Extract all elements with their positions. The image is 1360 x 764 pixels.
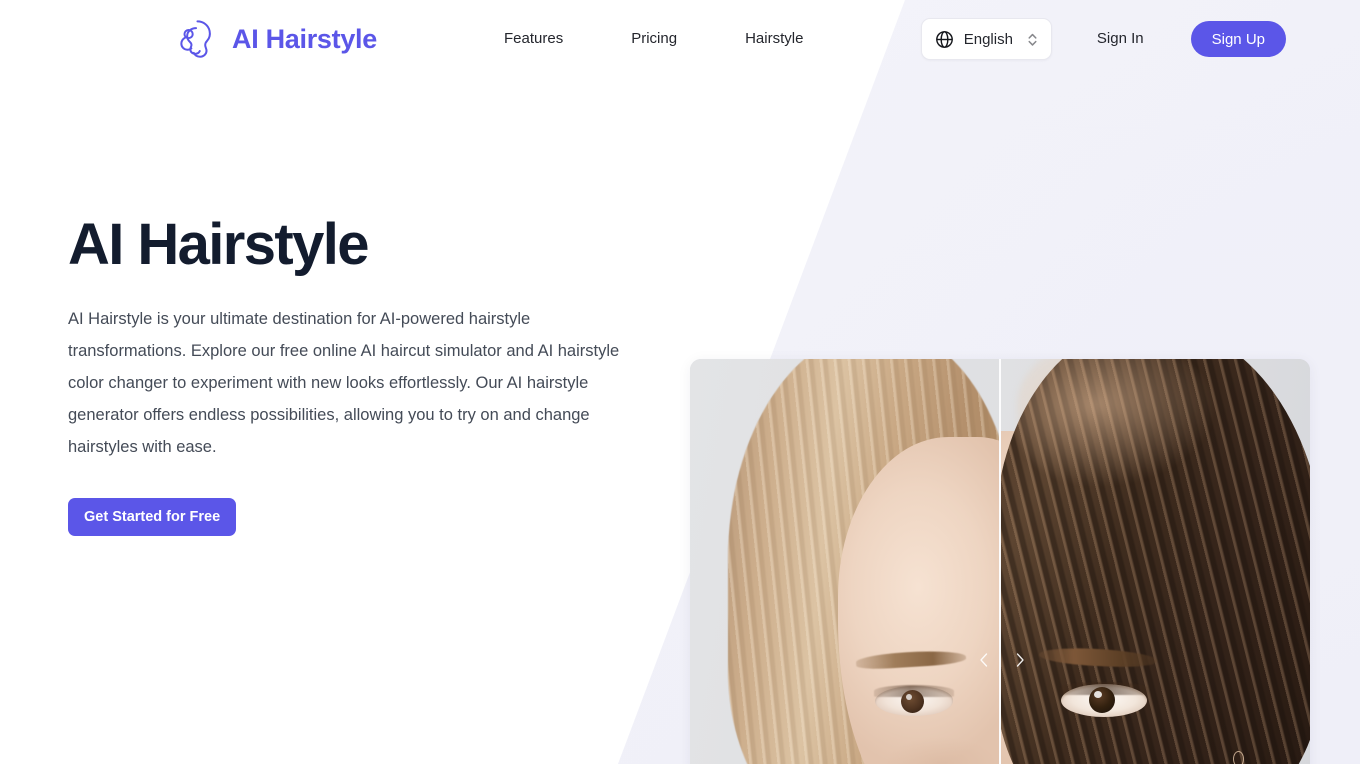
language-value: English [963, 30, 1013, 48]
before-image-half [690, 359, 999, 764]
site-header: AI Hairstyle Features Pricing Hairstyle … [0, 0, 1360, 78]
before-after-compare-slider[interactable] [690, 359, 1310, 764]
page-title: AI Hairstyle [68, 212, 370, 277]
after-iris [1089, 687, 1115, 713]
language-selector[interactable]: English [920, 18, 1052, 60]
after-earring [1233, 751, 1244, 764]
hair-profile-logo-icon [176, 19, 218, 59]
sign-in-link[interactable]: Sign In [1097, 29, 1144, 49]
after-image-half [1001, 359, 1310, 764]
hero-description: AI Hairstyle is your ultimate destinatio… [68, 310, 620, 456]
landing-page: AI Hairstyle Features Pricing Hairstyle … [0, 0, 1360, 764]
chevron-right-icon[interactable] [1013, 652, 1027, 668]
after-hair-highlight [1017, 359, 1217, 487]
get-started-button[interactable]: Get Started for Free [68, 498, 237, 536]
main-nav: Features Pricing Hairstyle [504, 28, 803, 50]
chevron-up-down-icon[interactable] [1026, 30, 1039, 49]
nav-item-hairstyle[interactable]: Hairstyle [745, 28, 803, 50]
compare-slider-divider[interactable] [999, 359, 1001, 764]
brand-name: AI Hairstyle [232, 24, 377, 54]
brand-logo-link[interactable]: AI Hairstyle [176, 19, 377, 59]
chevron-left-icon[interactable] [977, 652, 991, 668]
header-actions: English Sign In Sign Up [920, 18, 1286, 60]
hero-copy: AI Hairstyle AI Hairstyle is your ultima… [68, 205, 668, 463]
nav-item-features[interactable]: Features [504, 28, 563, 50]
globe-icon [935, 30, 954, 49]
nav-item-pricing[interactable]: Pricing [631, 28, 677, 50]
sign-up-button[interactable]: Sign Up [1190, 21, 1286, 57]
before-iris [901, 690, 924, 713]
